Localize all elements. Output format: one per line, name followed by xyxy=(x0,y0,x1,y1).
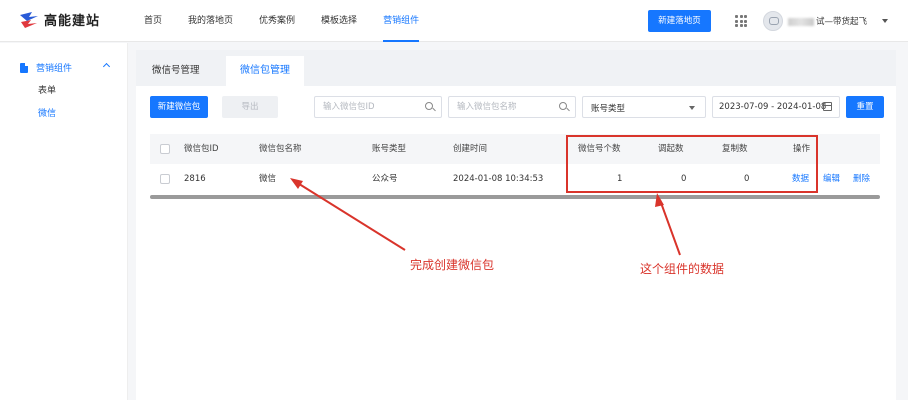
sidebar-group-marketing[interactable]: 营销组件 xyxy=(20,61,72,74)
blurred-text xyxy=(788,17,814,26)
export-button[interactable]: 导出 xyxy=(222,96,278,118)
brand-name: 高能建站 xyxy=(44,14,101,29)
horizontal-scrollbar[interactable] xyxy=(150,195,880,199)
select-all-checkbox[interactable] xyxy=(160,144,170,154)
chevron-up-icon[interactable] xyxy=(102,62,111,71)
tab-wechat-package[interactable]: 微信包管理 xyxy=(226,56,304,86)
edit-link[interactable]: 编辑 xyxy=(823,164,840,194)
annotation-left-text: 完成创建微信包 xyxy=(410,258,495,272)
col-header-id: 微信包ID xyxy=(184,144,219,154)
user-avatar[interactable] xyxy=(763,11,783,31)
delete-link[interactable]: 删除 xyxy=(853,164,870,194)
reset-button[interactable]: 重置 xyxy=(846,96,884,118)
sidebar-group-label: 营销组件 xyxy=(36,64,73,74)
nav-item-templates[interactable]: 模板选择 xyxy=(321,0,357,42)
logo-icon xyxy=(18,11,40,29)
nav-item-home[interactable]: 首页 xyxy=(144,0,162,42)
nav-item-marketing[interactable]: 营销组件 xyxy=(383,0,420,42)
new-landing-page-button[interactable]: 新建落地页 xyxy=(648,10,711,32)
search-icon[interactable] xyxy=(425,102,433,110)
col-header-created: 创建时间 xyxy=(453,144,488,154)
search-icon[interactable] xyxy=(559,102,567,110)
cell-id: 2816 xyxy=(184,174,206,184)
sidebar: 营销组件 表单 微信 xyxy=(0,43,128,400)
nav-item-cases[interactable]: 优秀案例 xyxy=(259,0,295,42)
brand-logo[interactable]: 高能建站 xyxy=(18,10,100,29)
sidebar-item-wechat[interactable]: 微信 xyxy=(38,106,56,119)
tab-wechat-account[interactable]: 微信号管理 xyxy=(138,56,214,86)
account-type-value: 账号类型 xyxy=(591,104,626,114)
main-nav: 首页 我的落地页 优秀案例 模板选择 营销组件 xyxy=(144,0,445,42)
account-type-select[interactable]: 账号类型 xyxy=(582,96,706,118)
row-checkbox[interactable] xyxy=(160,174,170,184)
top-bar: 高能建站 首页 我的落地页 优秀案例 模板选择 营销组件 新建落地页 试—带货起… xyxy=(0,0,908,42)
package-name-input[interactable] xyxy=(449,97,575,117)
cell-type: 公众号 xyxy=(372,174,398,184)
tab-bar: 微信号管理 微信包管理 xyxy=(136,50,896,86)
new-wechat-package-button[interactable]: 新建微信包 xyxy=(150,96,208,118)
col-header-name: 微信包名称 xyxy=(259,144,302,154)
sidebar-item-form[interactable]: 表单 xyxy=(38,83,56,96)
package-name-field xyxy=(448,96,576,118)
calendar-icon xyxy=(823,102,832,111)
main-content: 微信号管理 微信包管理 新建微信包 导出 账号类型 2023-07-09 - 2… xyxy=(136,50,896,400)
date-range-value: 2023-07-09 - 2024-01-08 xyxy=(719,102,827,112)
package-id-field xyxy=(314,96,442,118)
col-header-type: 账号类型 xyxy=(372,144,407,154)
package-id-input[interactable] xyxy=(315,97,441,117)
document-icon xyxy=(20,62,28,73)
user-name[interactable]: 试—带货起飞 xyxy=(788,15,867,27)
user-menu-chevron-down-icon[interactable] xyxy=(882,19,888,23)
date-range-picker[interactable]: 2023-07-09 - 2024-01-08 xyxy=(712,96,840,118)
apps-grid-icon[interactable] xyxy=(735,15,747,27)
annotation-right-text: 这个组件的数据 xyxy=(640,262,725,276)
chevron-down-icon xyxy=(689,106,695,110)
nav-item-my-pages[interactable]: 我的落地页 xyxy=(188,0,233,42)
annotation-highlight-box xyxy=(566,135,818,193)
cell-name: 微信 xyxy=(259,174,277,184)
cell-created: 2024-01-08 10:34:53 xyxy=(453,174,544,184)
